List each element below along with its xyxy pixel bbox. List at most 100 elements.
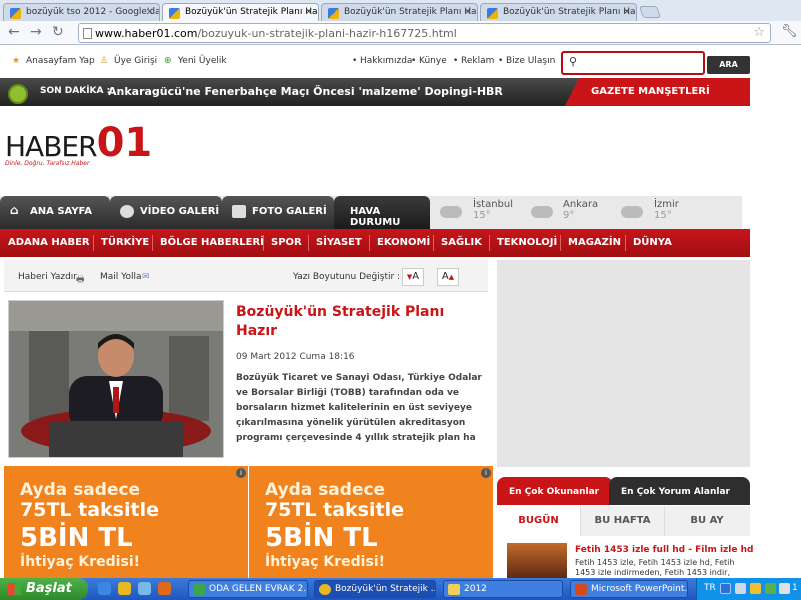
subtab-bugun[interactable]: BUGÜN [497,506,581,536]
bookmark-star-icon[interactable]: ☆ [753,25,765,40]
tab-en-cok-yorum[interactable]: En Çok Yorum Alanlar [609,477,750,505]
gazete-mansetleri-button[interactable]: GAZETE MANŞETLERİ [565,78,752,106]
cat-saglik[interactable]: SAĞLIK [441,237,482,248]
excel-icon [193,584,205,595]
article-headline[interactable]: Bozüyük'ün Stratejik Planı Hazır [236,303,476,341]
font-dec-label: A [412,271,420,282]
browser-tab-google[interactable]: bozüyük tso 2012 - Google'da ✕ [3,3,160,22]
url-host: www.haber01.com [95,27,198,40]
network-icon[interactable] [720,583,731,594]
security-icon[interactable] [750,583,761,594]
sidebar-tabs: En Çok Okunanlar En Çok Yorum Alanlar [497,477,750,505]
weather-ankara: Ankara 9° [563,199,598,221]
ie-icon[interactable] [98,582,111,595]
divider [263,235,264,251]
language-indicator[interactable]: TR [704,583,716,593]
cat-turkiye[interactable]: TÜRKİYE [101,237,149,248]
cat-siyaset[interactable]: SİYASET [316,237,362,248]
forward-arrow-icon[interactable]: → [30,24,42,40]
list-item[interactable]: Fetih 1453 izle full hd - Film izle hd F… [507,543,753,578]
bize-ulasin-link[interactable]: Bize Ulaşın [506,56,555,66]
anasayfa-link[interactable]: Anasayfam Yap [26,56,95,66]
volume-icon[interactable] [779,583,790,594]
cat-bolge-haberleri[interactable]: BÖLGE HABERLERİ [160,237,264,248]
kunye-link[interactable]: Künye [419,56,447,66]
site-search-input[interactable]: ⚲ [561,51,705,75]
tab-en-cok-okunanlar[interactable]: En Çok Okunanlar [497,477,613,505]
loan-ad-2[interactable]: i Ayda sadece 75TL taksitle 5BİN TL İhti… [249,466,493,578]
subtab-bu-ay[interactable]: BU AY [665,506,749,536]
nav-foto-galeri[interactable]: FOTO GALERİ [222,196,334,229]
reload-icon[interactable]: ↻ [52,24,64,40]
site-logo[interactable]: HABER01 Dinle, Doğru, Tarafsız Haber [5,120,152,180]
ad-info-icon[interactable]: i [481,468,491,478]
tab-close-icon[interactable]: ✕ [146,7,154,18]
nav-hava-durumu[interactable]: HAVA DURUMU [334,196,430,229]
ad-line: Ayda sadece [265,480,386,500]
subtab-bu-hafta[interactable]: BU HAFTA [581,506,665,536]
cat-dunya[interactable]: DÜNYA [633,237,672,248]
google-favicon-icon [10,8,21,19]
media-icon[interactable] [158,582,171,595]
home-icon: ⌂ [10,203,19,217]
loan-ad-1[interactable]: i Ayda sadece 75TL taksitle 5BİN TL İhti… [4,466,248,578]
font-increase-button[interactable]: A▲ [437,268,459,286]
weather-city: Ankara [563,199,599,210]
site-favicon-icon [487,8,498,19]
clock[interactable]: 1 [792,583,798,593]
tab-close-icon[interactable]: ✕ [623,7,631,18]
browser-tab-active[interactable]: Bozüyük'ün Stratejik Planı Hazı ✕ [162,3,319,22]
nav-label: VİDEO GALERİ [140,206,220,217]
uye-girisi-link[interactable]: Üye Girişi [114,56,157,66]
page-margin [750,46,801,578]
cat-teknoloji[interactable]: TEKNOLOJİ [497,237,557,248]
cat-spor[interactable]: SPOR [271,237,302,248]
desktop-icon[interactable] [138,582,151,595]
nav-video-galeri[interactable]: VİDEO GALERİ [110,196,222,229]
start-button[interactable]: Başlat [0,578,88,600]
tab-close-icon[interactable]: ✕ [464,7,472,18]
tab-close-icon[interactable]: ✕ [305,7,313,18]
address-bar[interactable]: www.haber01.com/bozuyuk-un-stratejik-pla… [78,23,771,43]
news-thumbnail[interactable] [507,543,567,578]
cat-adana-haber[interactable]: ADANA HABER [8,237,90,248]
hakkimizda-link[interactable]: Hakkımızda [360,56,412,66]
nav-ana-sayfa[interactable]: ⌂ ANA SAYFA [0,196,110,229]
tab-label: Bozüyük'ün Stratejik Planı Hazı [344,7,478,17]
nav-label: FOTO GALERİ [252,206,327,217]
new-tab-button[interactable] [639,6,661,18]
cat-ekonomi[interactable]: EKONOMİ [377,237,430,248]
safely-remove-icon[interactable] [735,583,746,594]
back-arrow-icon[interactable]: ← [8,24,20,40]
reklam-link[interactable]: Reklam [461,56,494,66]
shield-icon[interactable] [765,583,776,594]
font-size-label: Yazı Boyutunu Değiştir : [293,272,401,282]
article-photo[interactable] [8,300,224,458]
browser-tab-3[interactable]: Bozüyük'ün Stratejik Planı Hazı ✕ [321,3,478,22]
browser-tab-4[interactable]: Bozüyük'ün Stratejik Planı Hazı ✕ [480,3,637,22]
ad-line: İhtiyaç Kredisi! [20,554,140,570]
print-link[interactable]: Haberi Yazdır [18,272,77,282]
chrome-icon[interactable] [118,582,131,595]
ad-info-icon[interactable]: i [236,468,246,478]
taskbar-window-powerpoint[interactable]: Microsoft PowerPoint... [570,580,688,598]
ad-line: 5BİN TL [265,523,378,553]
main-nav: ⌂ ANA SAYFA VİDEO GALERİ FOTO GALERİ HAV… [0,196,742,229]
font-decrease-button[interactable]: ▼A [402,268,424,286]
taskbar-window-oda-gelen[interactable]: ODA GELEN EVRAK 2... [188,580,308,598]
taskbar-window-folder[interactable]: 2012 [443,580,563,598]
mail-icon[interactable]: ✉ [142,272,150,282]
cat-magazin[interactable]: MAGAZİN [568,237,621,248]
taskbar-window-chrome[interactable]: Bozüyük'ün Stratejik ... [314,580,436,598]
right-ad-space [497,260,750,467]
breaking-headline[interactable]: Ankaragücü'ne Fenerbahçe Maçı Öncesi 'ma… [108,85,503,98]
printer-icon[interactable]: 🖶︎ [76,272,85,288]
yeni-uyelik-link[interactable]: Yeni Üyelik [178,56,227,66]
wrench-icon[interactable]: 🔧︎ [781,24,798,39]
weather-temp: 9° [563,210,575,221]
search-icon: ⚲ [569,55,578,68]
search-button[interactable]: ARA [707,56,750,74]
news-item-title[interactable]: Fetih 1453 izle full hd - Film izle hd [575,545,753,555]
mail-link[interactable]: Mail Yolla [100,272,141,282]
star-icon: ★ [12,56,21,66]
